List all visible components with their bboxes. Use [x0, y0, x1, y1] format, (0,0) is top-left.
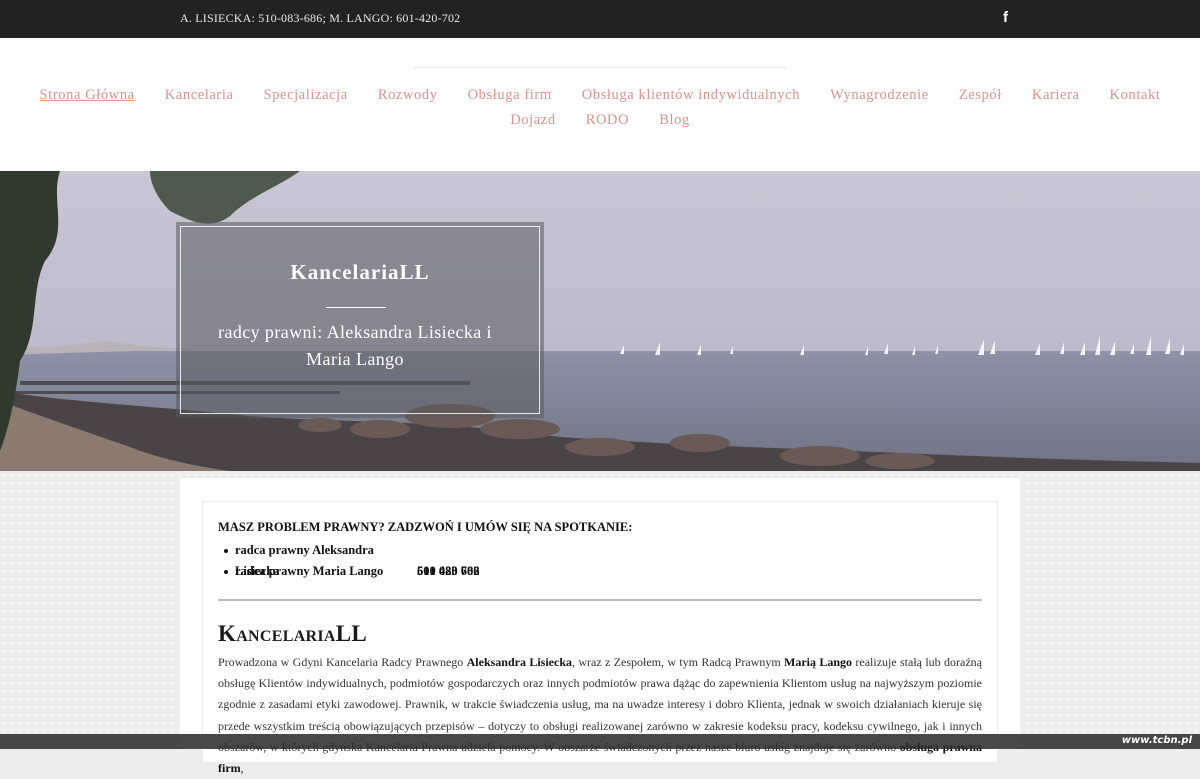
- main-navigation: Strona Główna Kancelaria Specjalizacja Rozw…: [0, 38, 1200, 171]
- nav-row-2: Dojazd RODO Blog: [0, 112, 1200, 129]
- nav-item-rodo[interactable]: RODO: [586, 112, 630, 128]
- main-content: MASZ PROBLEM PRAWNY? ZADZWOŃ I UMÓW SIĘ …: [180, 478, 1020, 775]
- nav-item-wynagrodzenie[interactable]: Wynagrodzenie: [830, 87, 929, 103]
- section-divider: [218, 599, 982, 601]
- nav-item-dojazd[interactable]: Dojazd: [510, 112, 555, 128]
- hero-caption-box: KancelariaLL radcy prawni: Aleksandra Li…: [176, 222, 544, 418]
- para-text: , wraz z Zespołem, w tym Radcą Prawnym: [572, 655, 785, 669]
- bottom-strip: [0, 734, 1200, 749]
- nav-item-rozwody[interactable]: Rozwody: [378, 87, 438, 103]
- nav-item-kontakt[interactable]: Kontakt: [1110, 87, 1161, 103]
- hero-banner: KancelariaLL radcy prawni: Aleksandra Li…: [0, 171, 1200, 471]
- nav-item-specjalizacja[interactable]: Specjalizacja: [264, 87, 348, 103]
- intro-paragraph: Prowadzona w Gdyni Kancelaria Radcy Praw…: [218, 652, 982, 779]
- para-text: Prowadzona w Gdyni Kancelaria Radcy Praw…: [218, 655, 467, 669]
- hero-subtitle: radcy prawni: Aleksandra Lisiecka i Mari…: [218, 322, 492, 369]
- nav-item-kariera[interactable]: Kariera: [1032, 87, 1080, 103]
- contact-name: radca prawny Maria Lango: [235, 564, 384, 578]
- nav-divider: [413, 67, 787, 68]
- para-text: ,: [240, 761, 244, 776]
- hero-title: KancelariaLL: [290, 260, 430, 284]
- nav-item-kancelaria[interactable]: Kancelaria: [165, 87, 234, 103]
- top-bar: A. LISIECKA: 510-083-686; M. LANGO: 601-…: [0, 0, 1200, 38]
- nav-row-1: Strona Główna Kancelaria Specjalizacja Rozw…: [0, 87, 1200, 104]
- nav-item-obsluga-klientow[interactable]: Obsługa klientów indywidualnych: [582, 87, 800, 103]
- content-card: MASZ PROBLEM PRAWNY? ZADZWOŃ I UMÓW SIĘ …: [202, 501, 998, 775]
- para-bold-name: Marią Lango: [784, 655, 853, 669]
- section-heading: KancelariaLL: [218, 621, 368, 646]
- watermark: www.tcbn.pl: [1121, 735, 1192, 746]
- nav-item-blog[interactable]: Blog: [659, 112, 690, 128]
- nav-item-zespol[interactable]: Zespół: [959, 87, 1002, 103]
- call-to-action: MASZ PROBLEM PRAWNY? ZADZWOŃ I UMÓW SIĘ …: [218, 520, 633, 534]
- facebook-icon[interactable]: f: [1003, 9, 1015, 27]
- list-item: radca prawny Maria Lango 601 420 702: [224, 561, 480, 582]
- contact-list: radca prawny Aleksandra Lisiecka 510 083 …: [224, 540, 480, 582]
- para-bold-name: Aleksandra Lisiecka: [466, 655, 572, 669]
- contact-phones: A. LISIECKA: 510-083-686; M. LANGO: 601-…: [180, 11, 461, 25]
- hero-divider: [326, 307, 386, 308]
- nav-item-obsluga-firm[interactable]: Obsługa firm: [468, 87, 552, 103]
- nav-item-strona-glowna[interactable]: Strona Główna: [40, 87, 135, 103]
- contact-phone: 601 420 702: [417, 564, 480, 578]
- list-item: radca prawny Aleksandra Lisiecka 510 083 …: [224, 540, 480, 578]
